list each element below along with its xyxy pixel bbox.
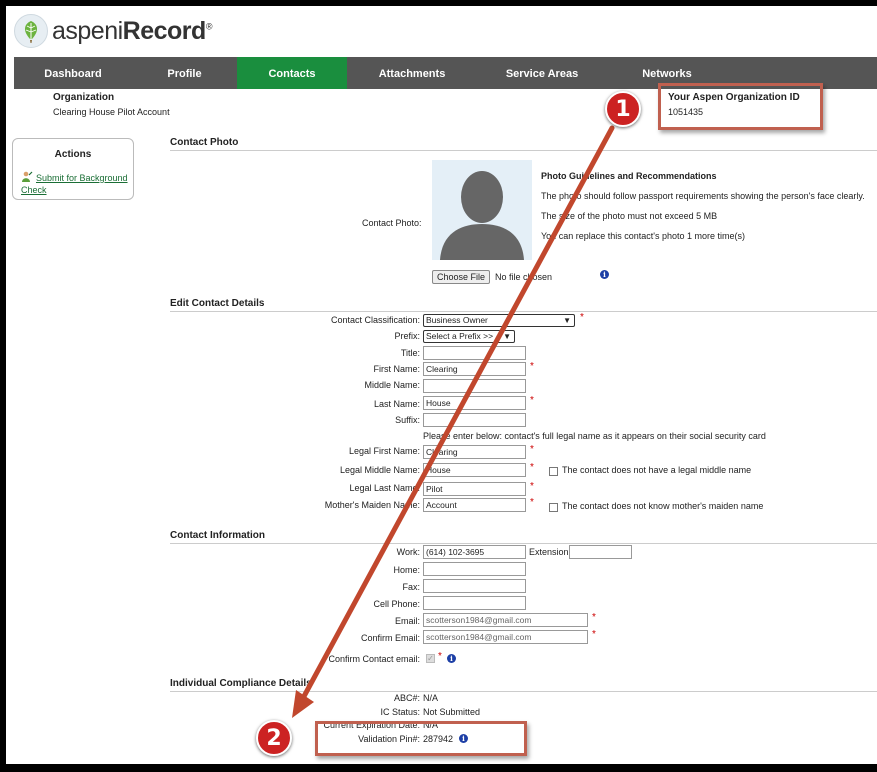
maiden-name-input[interactable]: Account [423,498,526,512]
legal-middle-name-input[interactable]: House [423,463,526,477]
actions-title: Actions [54,149,92,160]
confirm-contact-email-checkbox[interactable]: ✓ [426,654,435,663]
work-phone-label: Work: [396,547,420,557]
required-marker: * [530,497,534,508]
organization-name: Clearing House Pilot Account [53,107,170,117]
nav-tab-profile[interactable]: Profile [132,57,237,89]
last-name-input[interactable]: House [423,396,526,410]
no-legal-middle-name-checkbox[interactable] [549,467,558,476]
validation-pin-value: 287942 [423,734,454,744]
photo-guideline: You can replace this contact's photo 1 m… [541,231,745,241]
confirm-contact-email-label: Confirm Contact email: [328,654,420,664]
first-name-input[interactable]: Clearing [423,362,526,376]
unknown-maiden-name-checkbox[interactable] [549,503,558,512]
classification-label: Contact Classification: [330,315,420,325]
photo-guidelines-title: Photo Guidelines and Recommendations [541,171,717,181]
no-legal-middle-name-label: The contact does not have a legal middle… [562,465,752,475]
nav-tab-service-areas[interactable]: Service Areas [477,57,607,89]
choose-file-button[interactable]: Choose File [432,270,490,284]
prefix-label: Prefix: [394,331,420,341]
photo-guideline: The photo should follow passport require… [541,191,865,201]
contact-photo-label: Contact Photo: [362,218,422,228]
maiden-name-label: Mother's Maiden Name: [324,500,420,510]
nav-tab-dashboard[interactable]: Dashboard [14,57,132,89]
legal-name-note: Please enter below: contact's full legal… [423,431,766,441]
suffix-input[interactable] [423,413,526,427]
required-marker: * [530,361,534,372]
required-marker: * [530,481,534,492]
legal-middle-name-label: Legal Middle Name: [339,465,420,475]
work-phone-input[interactable]: (614) 102-3695 [423,545,526,559]
app-logo-text: aspeniRecord® [52,16,212,45]
no-file-chosen-text: No file chosen [495,272,553,282]
section-edit-contact-details: Edit Contact Details [170,298,877,312]
home-phone-input[interactable] [423,562,526,576]
avatar-silhouette-icon [440,171,524,260]
required-marker: * [530,444,534,455]
ic-status-label: IC Status: [380,707,420,717]
abc-number-value: N/A [423,693,439,703]
submit-background-check-link[interactable]: Submit for Background Check [21,171,133,196]
confirm-email-label: Confirm Email: [360,633,420,643]
classification-select[interactable]: Business Owner ▼ [423,314,575,327]
section-contact-photo: Contact Photo [170,137,877,151]
step-1-badge: 1 [605,91,641,127]
legal-first-name-input[interactable]: Clearing [423,445,526,459]
nav-tab-contacts[interactable]: Contacts [237,57,347,89]
legal-first-name-label: Legal First Name: [348,446,420,456]
fax-label: Fax: [402,582,420,592]
extension-label: Extension: [529,547,572,557]
unknown-maiden-name-label: The contact does not know mother's maide… [562,501,764,511]
email-input[interactable]: scotterson1984@gmail.com [423,613,588,627]
legal-last-name-label: Legal Last Name: [349,483,420,493]
cell-phone-label: Cell Phone: [373,599,420,609]
extension-input[interactable] [569,545,632,559]
section-contact-information: Contact Information [170,530,877,544]
organization-label: Organization [53,92,115,103]
legal-last-name-input[interactable]: Pilot [423,482,526,496]
required-marker: * [530,462,534,473]
home-phone-label: Home: [393,565,420,575]
app-logo[interactable]: aspeniRecord® [14,14,212,48]
actions-panel: Actions Submit for Background Check [12,138,134,200]
chevron-down-icon: ▼ [503,332,511,341]
info-icon[interactable]: i [459,734,468,743]
last-name-label: Last Name: [373,399,420,409]
abc-number-label: ABC#: [393,693,420,703]
ic-status-value: Not Submitted [423,707,481,717]
org-id-value: 1051435 [668,107,704,117]
chevron-down-icon: ▼ [563,316,571,325]
screenshot-border-bottom [0,764,877,772]
aspen-leaf-icon [14,14,48,48]
title-label: Title: [400,348,420,358]
section-individual-compliance: Individual Compliance Details [170,678,877,692]
required-marker: * [530,395,534,406]
required-marker: * [592,612,596,623]
title-input[interactable] [423,346,526,360]
required-marker: * [580,312,584,323]
page: aspeniRecord® Dashboard Profile Contacts… [6,6,877,764]
nav-tab-attachments[interactable]: Attachments [347,57,477,89]
photo-guideline: The size of the photo must not exceed 5 … [541,211,718,221]
first-name-label: First Name: [373,364,420,374]
confirm-email-input[interactable]: scotterson1984@gmail.com [423,630,588,644]
middle-name-input[interactable] [423,379,526,393]
person-icon [22,171,33,182]
fax-input[interactable] [423,579,526,593]
info-icon[interactable]: i [447,654,456,663]
required-marker: * [438,651,442,662]
info-icon[interactable]: i [600,270,609,279]
org-id-label: Your Aspen Organization ID [668,92,800,103]
cell-phone-input[interactable] [423,596,526,610]
contact-photo-placeholder [432,160,532,260]
email-label: Email: [394,616,420,626]
step-2-badge: 2 [256,720,292,756]
prefix-select[interactable]: Select a Prefix >> ▼ [423,330,515,343]
middle-name-label: Middle Name: [364,380,420,390]
suffix-label: Suffix: [395,415,420,425]
required-marker: * [592,629,596,640]
